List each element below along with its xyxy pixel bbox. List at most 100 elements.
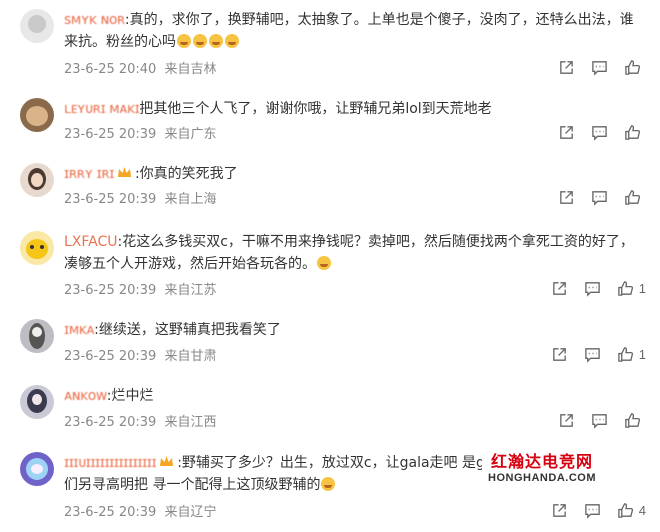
like-icon [617, 502, 633, 518]
comment-actions [542, 123, 646, 141]
comment-time: 23-6-25 20:39 [64, 127, 157, 142]
avatar[interactable] [20, 163, 54, 197]
comment-time: 23-6-25 20:39 [64, 505, 157, 520]
like-button[interactable] [624, 124, 646, 141]
like-button[interactable]: 1 [617, 280, 646, 297]
emoji-icon [209, 34, 223, 48]
comment-text: ᴀɴᴋᴏᴡ:烂中烂 [64, 385, 644, 407]
username-link[interactable]: LXFACU [64, 234, 118, 250]
comment-button[interactable] [591, 59, 608, 76]
comment-location: 来自吉林 [164, 62, 217, 77]
site-watermark: 红瀚达电竞网 HONGHANDA.COM [482, 446, 602, 488]
comment-time: 23-6-25 20:39 [64, 283, 157, 298]
comment-button[interactable] [591, 124, 608, 141]
comment-meta: 23-6-25 20:39 来自江西 [64, 411, 217, 430]
share-icon [552, 281, 566, 295]
comment-icon [584, 281, 600, 297]
crown-icon [160, 456, 174, 466]
comment-text: LXFACU:花这么多钱买双c，干嘛不用来挣钱呢？卖掉吧，然后随便找两个拿死工资… [64, 231, 644, 275]
like-button[interactable] [624, 59, 646, 76]
like-icon [625, 124, 641, 140]
comment-text: ɪᴍᴋᴀ:继续送，这野辅真把我看笑了 [64, 319, 644, 341]
comment-button[interactable] [584, 280, 601, 297]
comment-icon [592, 60, 607, 76]
watermark-title: 红瀚达电竞网 [491, 452, 594, 471]
share-icon [552, 347, 566, 361]
comment-text: ꜱᴍʏᴋ ɴᴏʀ:真的，求你了，换野辅吧，太抽象了。上单也是个傻子，没肉了，还特… [64, 9, 644, 53]
username-link[interactable]: ɪʀʀʏ ɪʀɪ [64, 166, 114, 182]
comment-icon [584, 503, 600, 519]
username-link[interactable]: ʟᴇʏᴜʀɪ ᴍᴀᴋɪ [64, 101, 140, 117]
comment-content: 把其他三个人飞了，谢谢你哦，让野辅兄弟lol到天荒地老 [139, 101, 492, 117]
comment-time: 23-6-25 20:39 [64, 192, 157, 207]
share-button[interactable] [558, 412, 575, 429]
comment-actions: 4 [535, 501, 646, 519]
comment-meta: 23-6-25 20:40 来自吉林 [64, 58, 217, 77]
share-icon [560, 190, 573, 204]
comment-location: 来自江苏 [164, 283, 217, 298]
comment-actions [542, 188, 646, 206]
like-button[interactable]: 1 [617, 346, 646, 363]
share-icon [560, 125, 573, 139]
comment-text: ʟᴇʏᴜʀɪ ᴍᴀᴋɪ把其他三个人飞了，谢谢你哦，让野辅兄弟lol到天荒地老 [64, 98, 644, 120]
comment-button[interactable] [584, 502, 601, 519]
comment-actions: 1 [535, 279, 646, 297]
like-icon [625, 189, 641, 205]
comment-content: :真的，求你了，换野辅吧，太抽象了。上单也是个傻子，没肉了，还特么出法，谁来抗。… [64, 12, 634, 50]
comment-actions [542, 58, 646, 76]
username-link[interactable]: ᴀɴᴋᴏᴡ [64, 388, 107, 404]
comment-button[interactable] [591, 412, 608, 429]
share-icon [560, 413, 573, 427]
comment-content: :继续送，这野辅真把我看笑了 [94, 322, 281, 338]
like-icon [617, 346, 633, 362]
comment-text: ɪʀʀʏ ɪʀɪ:你真的笑死我了 [64, 163, 644, 185]
comment-content: :花这么多钱买双c，干嘛不用来挣钱呢？卖掉吧，然后随便找两个拿死工资的好了，凑够… [64, 234, 634, 272]
avatar[interactable] [20, 385, 54, 419]
comment-location: 来自甘肃 [164, 349, 217, 364]
comment-button[interactable] [591, 189, 608, 206]
like-count: 4 [638, 502, 646, 518]
share-button[interactable] [558, 189, 575, 206]
comment-icon [592, 190, 607, 206]
emoji-icon [177, 34, 191, 48]
emoji-icon [321, 477, 336, 491]
comment-content: :烂中烂 [106, 388, 154, 404]
like-count: 1 [638, 346, 646, 362]
avatar[interactable] [20, 452, 54, 486]
comment-meta: 23-6-25 20:39 来自甘肃 [64, 345, 217, 364]
like-button[interactable] [624, 412, 646, 429]
comment-meta: 23-6-25 20:39 来自江苏 [64, 279, 217, 298]
share-button[interactable] [558, 59, 575, 76]
username-link[interactable]: ɪɪɪᴜɪɪɪɪɪɪɪɪɪɪɪɪɪɪɪ [64, 455, 157, 471]
comment-location: 来自辽宁 [164, 505, 217, 520]
comment-icon [592, 413, 607, 429]
avatar[interactable] [20, 319, 54, 353]
like-button[interactable]: 4 [617, 502, 646, 519]
avatar[interactable] [20, 9, 54, 43]
like-icon [625, 59, 641, 75]
share-icon [552, 503, 566, 517]
comment-time: 23-6-25 20:39 [64, 415, 157, 430]
avatar[interactable] [20, 98, 54, 132]
comment-location: 来自上海 [164, 192, 217, 207]
comment-actions [542, 411, 646, 429]
share-button[interactable] [558, 124, 575, 141]
username-link[interactable]: ꜱᴍʏᴋ ɴᴏʀ [64, 12, 125, 28]
crown-icon [117, 167, 131, 177]
emoji-icon [193, 34, 207, 48]
like-icon [625, 412, 641, 428]
share-button[interactable] [551, 346, 568, 363]
comment-meta: 23-6-25 20:39 来自上海 [64, 188, 217, 207]
comment-time: 23-6-25 20:39 [64, 349, 157, 364]
avatar[interactable] [20, 231, 54, 265]
watermark-url: HONGHANDA.COM [488, 472, 596, 484]
username-link[interactable]: ɪᴍᴋᴀ [64, 322, 95, 338]
comment-content: :野辅买了多少？出生，放过双c，让gala走吧 是ga [177, 455, 494, 471]
like-count: 1 [638, 280, 646, 296]
comment-button[interactable] [584, 346, 601, 363]
like-button[interactable] [624, 189, 646, 206]
share-button[interactable] [551, 280, 568, 297]
comment-icon [584, 347, 600, 363]
share-button[interactable] [551, 502, 568, 519]
like-icon [617, 280, 633, 296]
